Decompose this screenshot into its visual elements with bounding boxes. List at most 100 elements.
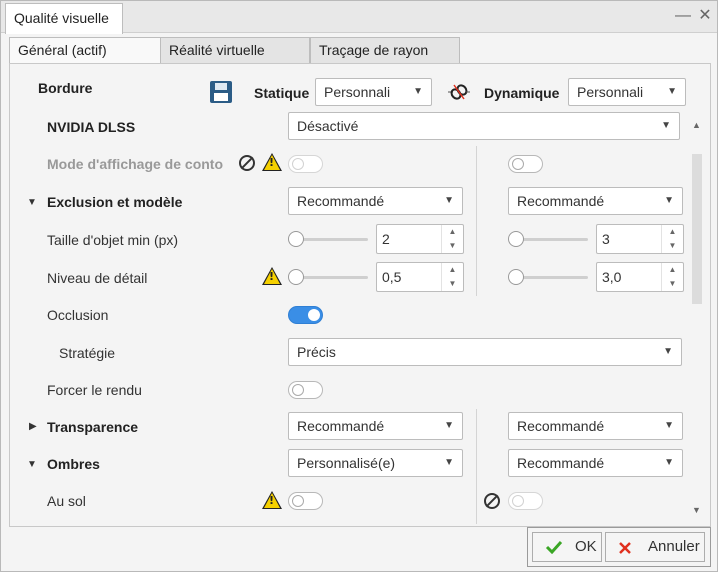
cancel-button-label: Annuler <box>648 538 700 555</box>
transparence-static-select[interactable]: Recommandé ▼ <box>288 412 463 440</box>
niveau-static-spinbox[interactable]: 0,5 ▲ ▼ <box>376 262 464 292</box>
x-icon <box>619 542 631 554</box>
exclusion-static-select[interactable]: Recommandé ▼ <box>288 187 463 215</box>
toggle-knob <box>292 495 304 507</box>
dlss-select-value: Désactivé <box>297 118 359 134</box>
dlss-select[interactable]: Désactivé ▼ <box>288 112 680 140</box>
mode-affichage-static-toggle[interactable] <box>288 155 323 173</box>
warning-icon <box>262 491 282 509</box>
taille-dynamic-slider[interactable] <box>508 230 588 248</box>
ausol-static-toggle[interactable] <box>288 492 323 510</box>
niveau-static-value: 0,5 <box>382 269 402 285</box>
occlusion-label: Occlusion <box>47 307 109 323</box>
expand-down-icon[interactable]: ▼ <box>27 197 37 208</box>
spin-down-icon[interactable]: ▼ <box>441 239 463 253</box>
toggle-knob <box>308 309 320 321</box>
slider-thumb[interactable] <box>288 231 304 247</box>
statique-select[interactable]: Personnali ▼ <box>315 78 432 106</box>
occlusion-toggle[interactable] <box>288 306 323 324</box>
chain-link-icon[interactable] <box>448 82 470 102</box>
spin-up-icon[interactable]: ▲ <box>661 263 683 277</box>
strategie-label: Stratégie <box>59 345 116 361</box>
cancel-button[interactable]: Annuler <box>605 532 705 562</box>
niveau-dynamic-spinbox[interactable]: 3,0 ▲ ▼ <box>596 262 684 292</box>
toggle-knob <box>512 158 524 170</box>
ombres-label: Ombres <box>47 456 100 472</box>
spin-up-icon[interactable]: ▲ <box>441 263 463 277</box>
taille-static-spinbox[interactable]: 2 ▲ ▼ <box>376 224 464 254</box>
niveau-dynamic-slider[interactable] <box>508 268 588 286</box>
expand-right-icon[interactable]: ▶ <box>29 421 37 432</box>
taille-label: Taille d'objet min (px) <box>47 232 179 248</box>
taille-dynamic-spinbox[interactable]: 3 ▲ ▼ <box>596 224 684 254</box>
scrollbar[interactable] <box>692 154 702 304</box>
transparence-dynamic-select[interactable]: Recommandé ▼ <box>508 412 683 440</box>
scroll-up-icon[interactable]: ▲ <box>692 120 701 130</box>
exclusion-dynamic-value: Recommandé <box>517 193 605 209</box>
transparence-label: Transparence <box>47 419 139 435</box>
chevron-down-icon: ▼ <box>664 420 674 431</box>
tab-tracage-de-rayon[interactable]: Traçage de rayon <box>310 37 460 63</box>
taille-static-slider[interactable] <box>288 230 368 248</box>
spin-up-icon[interactable]: ▲ <box>441 225 463 239</box>
dynamique-label: Dynamique <box>484 85 560 101</box>
prohibited-icon <box>484 493 500 509</box>
chevron-down-icon: ▼ <box>663 346 673 357</box>
toggle-knob <box>292 384 304 396</box>
tab-realite-virtuelle[interactable]: Réalité virtuelle <box>160 37 310 63</box>
bordure-label: Bordure <box>38 80 93 96</box>
spin-up-icon[interactable]: ▲ <box>661 225 683 239</box>
taille-static-value: 2 <box>382 231 390 247</box>
statique-label: Statique <box>254 85 310 101</box>
tab-general[interactable]: Général (actif) <box>9 37 161 64</box>
expand-down-icon[interactable]: ▼ <box>27 459 37 470</box>
settings-panel: Bordure Statique Personnali ▼ Dynamique … <box>9 63 711 527</box>
chevron-down-icon: ▼ <box>661 120 671 131</box>
dlss-label: NVIDIA DLSS <box>47 119 136 135</box>
minimize-icon[interactable]: — <box>673 5 693 27</box>
chevron-down-icon: ▼ <box>444 195 454 206</box>
spin-down-icon[interactable]: ▼ <box>661 277 683 291</box>
statique-select-value: Personnali <box>324 84 391 100</box>
slider-thumb[interactable] <box>508 269 524 285</box>
toggle-knob <box>512 495 524 507</box>
taille-dynamic-value: 3 <box>602 231 610 247</box>
ausol-dynamic-toggle[interactable] <box>508 492 543 510</box>
mode-affichage-label: Mode d'affichage de conto <box>47 156 224 172</box>
niveau-static-slider[interactable] <box>288 268 368 286</box>
exclusion-static-value: Recommandé <box>297 193 385 209</box>
chevron-down-icon: ▼ <box>667 86 677 97</box>
slider-thumb[interactable] <box>288 269 304 285</box>
chevron-down-icon: ▼ <box>444 420 454 431</box>
spin-down-icon[interactable]: ▼ <box>661 239 683 253</box>
ombres-dynamic-value: Recommandé <box>517 455 605 471</box>
niveau-label: Niveau de détail <box>47 270 148 286</box>
prohibited-icon <box>239 155 255 171</box>
ok-button[interactable]: OK <box>532 532 602 562</box>
niveau-dynamic-value: 3,0 <box>602 269 622 285</box>
strategie-select[interactable]: Précis ▼ <box>288 338 682 366</box>
column-divider <box>476 409 477 524</box>
spin-down-icon[interactable]: ▼ <box>441 277 463 291</box>
window-title: Qualité visuelle <box>5 3 123 34</box>
ombres-dynamic-select[interactable]: Recommandé ▼ <box>508 449 683 477</box>
dialog-buttons: OK Annuler <box>527 527 711 567</box>
chevron-down-icon: ▼ <box>444 457 454 468</box>
ombres-static-select[interactable]: Personnalisé(e) ▼ <box>288 449 463 477</box>
chevron-down-icon: ▼ <box>664 457 674 468</box>
check-icon <box>545 540 563 554</box>
quality-dialog: Qualité visuelle — ✕ Général (actif) Réa… <box>0 0 718 572</box>
exclusion-dynamic-select[interactable]: Recommandé ▼ <box>508 187 683 215</box>
dynamique-select-value: Personnali <box>577 84 644 100</box>
mode-affichage-dynamic-toggle[interactable] <box>508 155 543 173</box>
forcer-toggle[interactable] <box>288 381 323 399</box>
slider-thumb[interactable] <box>508 231 524 247</box>
close-icon[interactable]: ✕ <box>695 5 715 27</box>
ok-button-label: OK <box>575 538 597 555</box>
save-icon[interactable] <box>210 81 232 103</box>
dynamique-select[interactable]: Personnali ▼ <box>568 78 686 106</box>
title-bar: Qualité visuelle — ✕ <box>1 1 717 34</box>
transparence-dynamic-value: Recommandé <box>517 418 605 434</box>
forcer-label: Forcer le rendu <box>47 382 142 398</box>
scroll-down-icon[interactable]: ▼ <box>692 505 701 515</box>
